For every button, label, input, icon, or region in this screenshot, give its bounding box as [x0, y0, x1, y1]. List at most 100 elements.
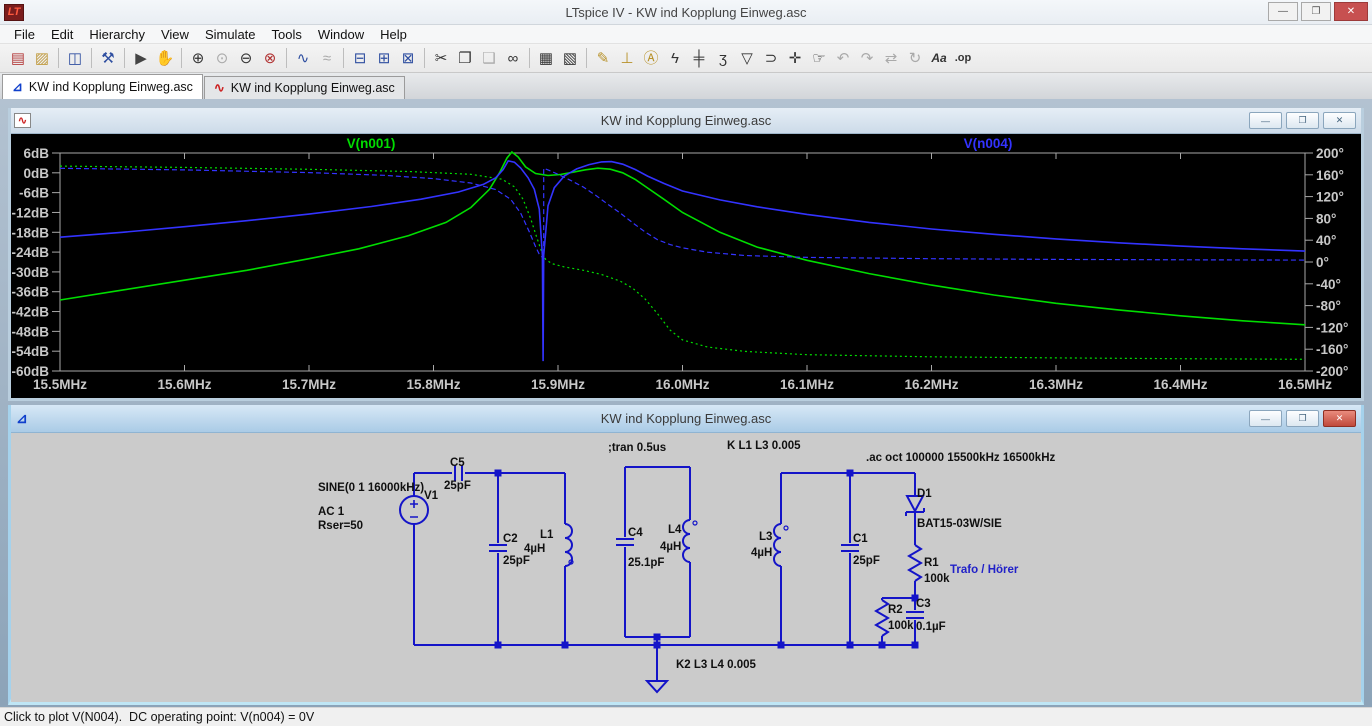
resistor-r1[interactable] [909, 545, 921, 581]
menu-item-window[interactable]: Window [310, 27, 372, 42]
schematic-label: 100k [924, 573, 950, 585]
menu-item-hierarchy[interactable]: Hierarchy [81, 27, 153, 42]
waveform-minimize-button[interactable]: — [1249, 112, 1282, 129]
left-axis-tick-label: -18dB [11, 225, 49, 240]
right-axis-tick-label: -40° [1316, 277, 1341, 292]
capacitor-c2[interactable] [489, 545, 507, 551]
capacitor-c3[interactable] [906, 612, 924, 618]
component-icon[interactable]: ⊃ [759, 47, 783, 70]
left-axis-tick-label: -12dB [11, 205, 49, 220]
text-icon[interactable]: Aa [927, 47, 951, 70]
wire-net[interactable] [414, 467, 915, 681]
ground-icon[interactable]: ⊥ [615, 47, 639, 70]
junction-dot [495, 642, 502, 649]
menu-item-help[interactable]: Help [372, 27, 415, 42]
paste-icon[interactable]: ❑ [477, 47, 501, 70]
tab-waveform[interactable]: ∿KW ind Kopplung Einweg.asc [204, 76, 405, 99]
trace-v-n001-phase[interactable] [60, 166, 1305, 359]
waveform-window: ∿ KW ind Kopplung Einweg.asc — ❐ ✕ 15.5M… [8, 108, 1364, 401]
rotate-icon[interactable]: ↻ [903, 47, 927, 70]
menu-bar: FileEditHierarchyViewSimulateToolsWindow… [0, 25, 1372, 44]
right-axis-tick-label: 40° [1316, 233, 1336, 248]
toolbar-separator [124, 48, 125, 68]
right-axis-tick-label: 0° [1316, 255, 1329, 270]
find-icon[interactable]: ∞ [501, 47, 525, 70]
zoom-full-extents-icon[interactable]: ⊗ [258, 47, 282, 70]
draw-wire-icon[interactable]: ✎ [591, 47, 615, 70]
print-icon[interactable]: ▦ [534, 47, 558, 70]
open-file-icon[interactable]: ▨ [30, 47, 54, 70]
inductor-l4[interactable] [683, 520, 697, 562]
trace-v-n004-magnitude[interactable] [60, 161, 1305, 361]
tab-schematic[interactable]: ⊿KW ind Kopplung Einweg.asc [2, 74, 203, 99]
maximize-button[interactable]: ❐ [1301, 2, 1331, 21]
toolbar-separator [529, 48, 530, 68]
toolbar-separator [181, 48, 182, 68]
close-button[interactable]: ✕ [1334, 2, 1368, 21]
zoom-back-icon[interactable]: ⊙ [210, 47, 234, 70]
menu-item-tools[interactable]: Tools [264, 27, 310, 42]
plot-settings-icon[interactable]: ∿ [291, 47, 315, 70]
menu-item-file[interactable]: File [6, 27, 43, 42]
cut-icon[interactable]: ✂ [429, 47, 453, 70]
diode-icon[interactable]: ▽ [735, 47, 759, 70]
redo-icon[interactable]: ↷ [855, 47, 879, 70]
left-axis-tick-label: -30dB [11, 265, 49, 280]
tile-horizontal-icon[interactable]: ⊟ [348, 47, 372, 70]
autorange-icon[interactable]: ≈ [315, 47, 339, 70]
inductor-l1[interactable] [565, 524, 573, 566]
left-axis-tick-label: -60dB [11, 364, 49, 379]
menu-item-edit[interactable]: Edit [43, 27, 81, 42]
resistor-r2[interactable] [876, 600, 888, 636]
capacitor-icon[interactable]: ╪ [687, 47, 711, 70]
resistor-icon[interactable]: ϟ [663, 47, 687, 70]
waveform-restore-button[interactable]: ❐ [1286, 112, 1319, 129]
drag-icon[interactable]: ☞ [807, 47, 831, 70]
new-schematic-icon[interactable]: ▤ [6, 47, 30, 70]
menu-item-view[interactable]: View [153, 27, 197, 42]
left-axis-tick-label: 0dB [23, 166, 49, 181]
tile-vertical-icon[interactable]: ⊞ [372, 47, 396, 70]
inductor-l3[interactable] [774, 524, 788, 566]
ground-symbol[interactable] [647, 681, 667, 692]
capacitor-c1[interactable] [841, 545, 859, 551]
schematic-label: V1 [424, 490, 439, 502]
save-icon[interactable]: ◫ [63, 47, 87, 70]
waveform-window-titlebar[interactable]: ∿ KW ind Kopplung Einweg.asc — ❐ ✕ [11, 108, 1361, 134]
net-label-icon[interactable]: Ⓐ [639, 47, 663, 70]
schematic-canvas[interactable]: ;tran 0.5usK L1 L3 0.005.ac oct 100000 1… [11, 433, 1361, 702]
move-icon[interactable]: ✛ [783, 47, 807, 70]
spice-directive-icon[interactable]: .op [951, 47, 975, 70]
schematic-window-titlebar[interactable]: ⊿ KW ind Kopplung Einweg.asc — ❐ ✕ [11, 405, 1361, 433]
waveform-window-title: KW ind Kopplung Einweg.asc [11, 113, 1361, 128]
schematic-close-button[interactable]: ✕ [1323, 410, 1356, 427]
schematic-editor[interactable]: ;tran 0.5usK L1 L3 0.005.ac oct 100000 1… [11, 433, 1361, 702]
run-icon[interactable]: ▶ [129, 47, 153, 70]
schematic-restore-button[interactable]: ❐ [1286, 410, 1319, 427]
mirror-icon[interactable]: ⇄ [879, 47, 903, 70]
control-panel-icon[interactable]: ⚒ [96, 47, 120, 70]
menu-item-simulate[interactable]: Simulate [197, 27, 264, 42]
trace-label-vn001[interactable]: V(n001) [347, 136, 396, 151]
waveform-plot[interactable]: 15.5MHz15.6MHz15.7MHz15.8MHz15.9MHz16.0M… [11, 134, 1361, 398]
trace-label-vn004[interactable]: V(n004) [964, 136, 1013, 151]
zoom-out-icon[interactable]: ⊖ [234, 47, 258, 70]
halt-icon[interactable]: ✋ [153, 47, 177, 70]
copy-icon[interactable]: ❐ [453, 47, 477, 70]
waveform-close-button[interactable]: ✕ [1323, 112, 1356, 129]
inductor-icon[interactable]: ʒ [711, 47, 735, 70]
capacitor-c4[interactable] [616, 539, 634, 545]
minimize-button[interactable]: — [1268, 2, 1298, 21]
waveform-plot-canvas[interactable]: 15.5MHz15.6MHz15.7MHz15.8MHz15.9MHz16.0M… [11, 134, 1361, 398]
x-axis-tick-label: 15.6MHz [157, 377, 211, 392]
zoom-in-icon[interactable]: ⊕ [186, 47, 210, 70]
trace-v-n004-phase[interactable] [60, 168, 1305, 260]
undo-icon[interactable]: ↶ [831, 47, 855, 70]
trace-v-n001-magnitude[interactable] [60, 152, 1305, 325]
left-axis-tick-label: -36dB [11, 285, 49, 300]
print-preview-icon[interactable]: ▧ [558, 47, 582, 70]
toolbar-separator [424, 48, 425, 68]
cascade-windows-icon[interactable]: ⊠ [396, 47, 420, 70]
x-axis-tick-label: 16.0MHz [655, 377, 709, 392]
schematic-minimize-button[interactable]: — [1249, 410, 1282, 427]
